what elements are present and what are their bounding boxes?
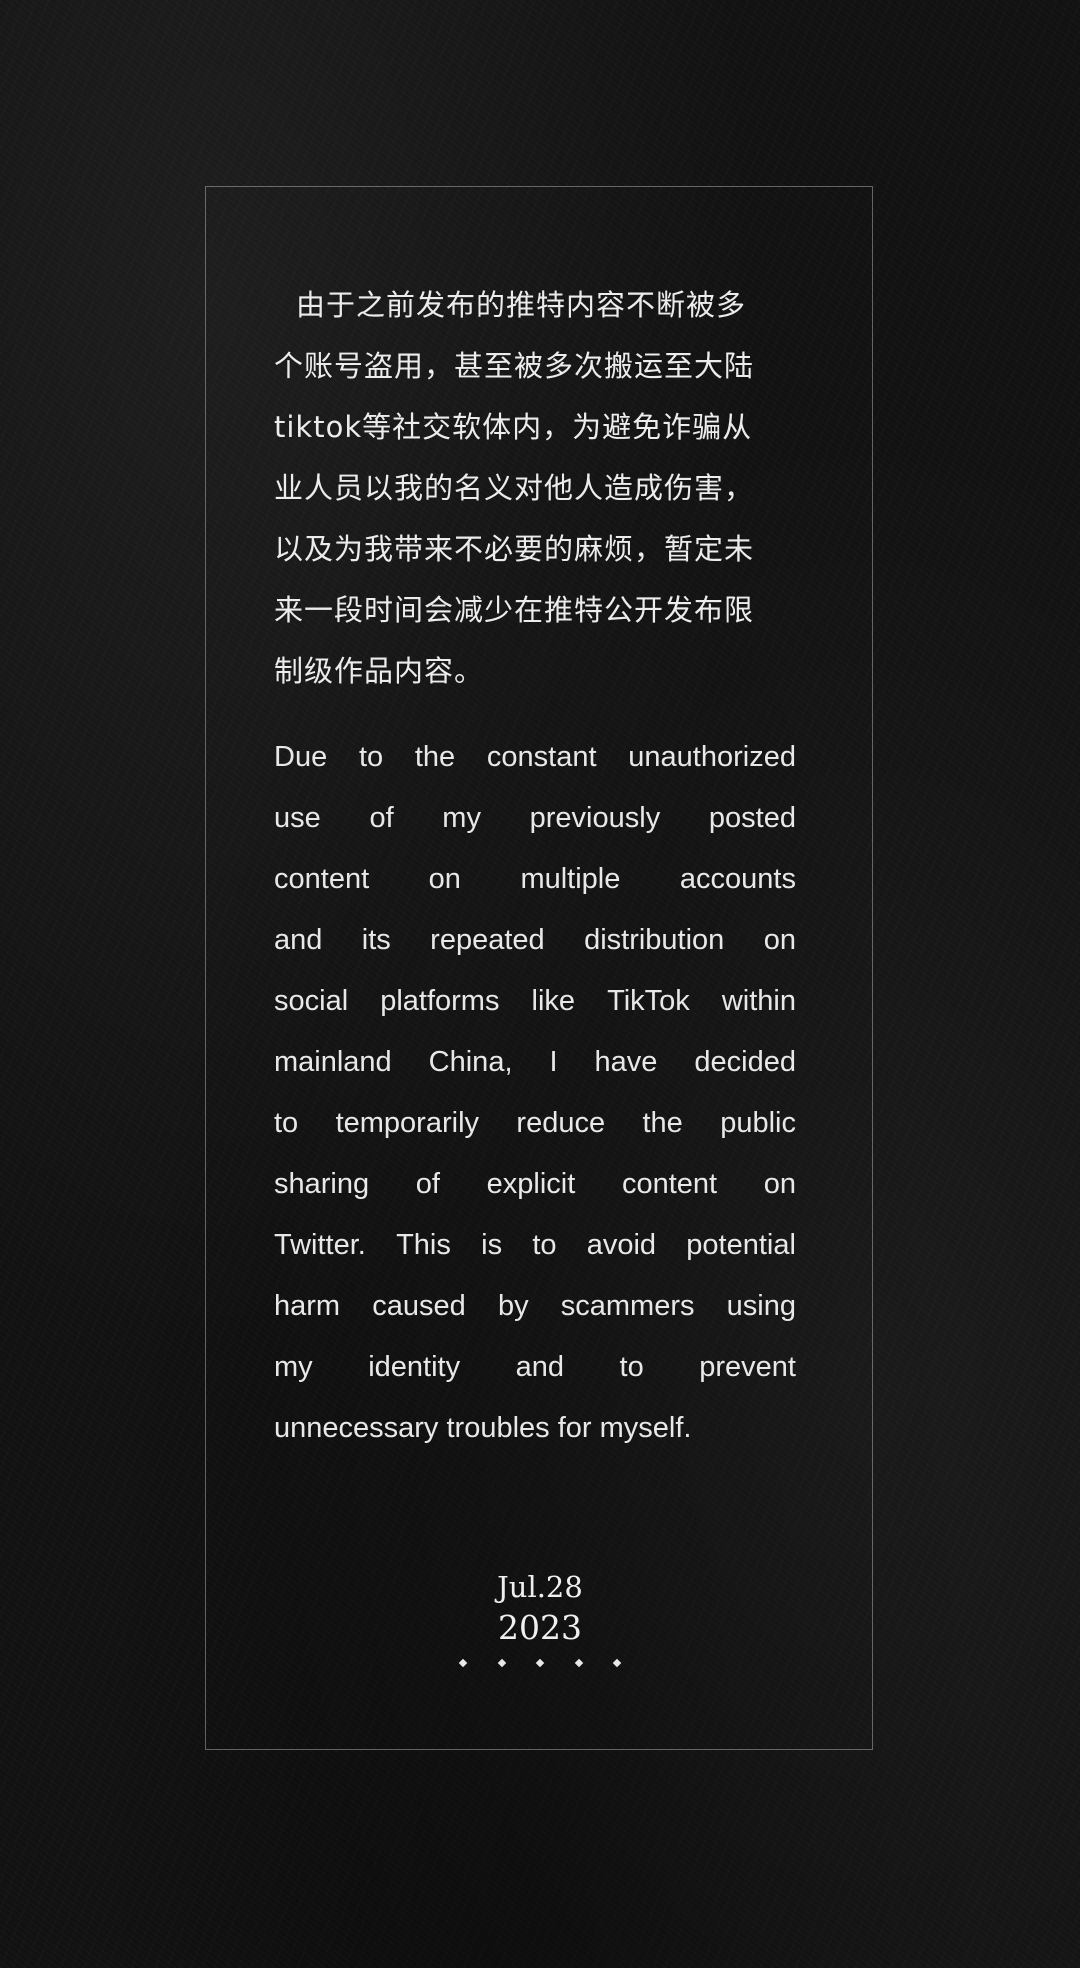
english-word: social (274, 985, 349, 1017)
english-word: unnecessary troubles for myself. (274, 1412, 692, 1444)
english-word: sharing (274, 1168, 370, 1200)
english-word: content (274, 863, 370, 895)
english-word: reduce (516, 1107, 606, 1139)
english-notice-line: Due to the constant unauthorized (274, 727, 796, 788)
english-word: posted (708, 802, 796, 834)
english-word: China, (428, 1046, 513, 1078)
english-notice: Due to the constant unauthorized use of my previ… (274, 727, 796, 1459)
english-word: by (497, 1290, 529, 1322)
date-year: 2023 (498, 1608, 582, 1647)
english-notice-line: sharing of explicit content on (274, 1154, 796, 1215)
english-word: its (361, 924, 391, 956)
english-word: to (532, 1229, 557, 1261)
english-word: the (642, 1107, 683, 1139)
english-word: my (442, 802, 481, 834)
english-word: distribution (584, 924, 725, 956)
english-notice-line: Twitter. This is to avoid potential (274, 1215, 796, 1276)
diamond-dot-icon (612, 1658, 622, 1668)
english-word: multiple (520, 863, 621, 895)
english-word: prevent (699, 1351, 796, 1383)
chinese-notice-line: 由于之前发布的推特内容不断被多 (296, 288, 747, 322)
english-word: and (515, 1351, 565, 1383)
ornament-dots (458, 1658, 622, 1668)
diamond-dot-icon (574, 1658, 583, 1668)
english-word: on (763, 924, 796, 956)
chinese-notice-line: tiktok等社交软体内，为避免诈骗从 (274, 410, 753, 444)
english-notice-line: and its repeated distribution on (274, 910, 796, 971)
english-word: is (481, 1229, 503, 1261)
english-word: to (358, 741, 384, 773)
english-notice-line: social platforms like TikTok within (274, 971, 796, 1032)
english-word: harm (274, 1290, 341, 1322)
english-word: public (720, 1107, 796, 1139)
diamond-dot-icon (458, 1658, 468, 1668)
chinese-notice-line: 来一段时间会减少在推特公开发布限 (274, 593, 755, 627)
english-notice-line: use of my previously posted (274, 788, 796, 849)
english-word: unauthorized (628, 741, 796, 773)
english-word: and (274, 924, 323, 956)
english-notice-line: to temporarily reduce the public (274, 1093, 796, 1154)
english-word: decided (694, 1046, 796, 1078)
english-word: content (621, 1168, 718, 1200)
chinese-notice: 由于之前发布的推特内容不断被多 个账号盗用，甚至被多次搬运至大陆 tiktok等… (274, 275, 814, 702)
diamond-dot-icon (497, 1658, 506, 1668)
english-notice-line: unnecessary troubles for myself. (274, 1398, 796, 1459)
english-notice-line: harm caused by scammers using (274, 1276, 796, 1337)
english-word: my (274, 1351, 313, 1383)
english-word: use (274, 802, 321, 834)
english-word: avoid (586, 1229, 657, 1261)
english-word: of (369, 802, 394, 834)
english-word: temporarily (335, 1107, 480, 1139)
english-word: on (428, 863, 461, 895)
english-word: using (726, 1290, 796, 1322)
english-word: explicit (486, 1168, 576, 1200)
english-word: scammers (560, 1290, 695, 1322)
english-word: TikTok (607, 985, 690, 1017)
english-word: previously (529, 802, 661, 834)
english-word: have (594, 1046, 658, 1078)
diamond-dot-icon (535, 1658, 545, 1668)
chinese-notice-line: 个账号盗用，甚至被多次搬运至大陆 (274, 349, 755, 383)
english-word: accounts (679, 863, 796, 895)
chinese-notice-line: 业人员以我的名义对他人造成伤害， (274, 471, 755, 505)
english-word: on (763, 1168, 796, 1200)
english-notice-line: mainland China, Ihave decided (274, 1032, 796, 1093)
english-word: I (549, 1046, 558, 1078)
english-word: repeated (430, 924, 545, 956)
english-word: caused (372, 1290, 466, 1322)
english-word: to (274, 1107, 299, 1139)
english-notice-line: my identity and to prevent (274, 1337, 796, 1398)
chinese-notice-line: 制级作品内容。 (274, 654, 485, 688)
chinese-notice-line: 以及为我带来不必要的麻烦，暂定未 (274, 532, 755, 566)
english-word: within (721, 985, 796, 1017)
english-word: the (414, 741, 456, 773)
english-word: platforms (380, 985, 500, 1017)
english-word: potential (686, 1229, 796, 1261)
english-word: Due (274, 741, 328, 773)
english-word: This (396, 1229, 451, 1261)
english-word: identity (368, 1351, 461, 1383)
english-word: Twitter. (274, 1229, 366, 1261)
english-word: of (415, 1168, 440, 1200)
english-word: constant (486, 741, 597, 773)
english-word: to (619, 1351, 644, 1383)
english-word: mainland (274, 1046, 392, 1078)
english-word: like (531, 985, 576, 1017)
english-notice-line: content on multiple accounts (274, 849, 796, 910)
date-month-day: Jul.28 (497, 1570, 583, 1604)
